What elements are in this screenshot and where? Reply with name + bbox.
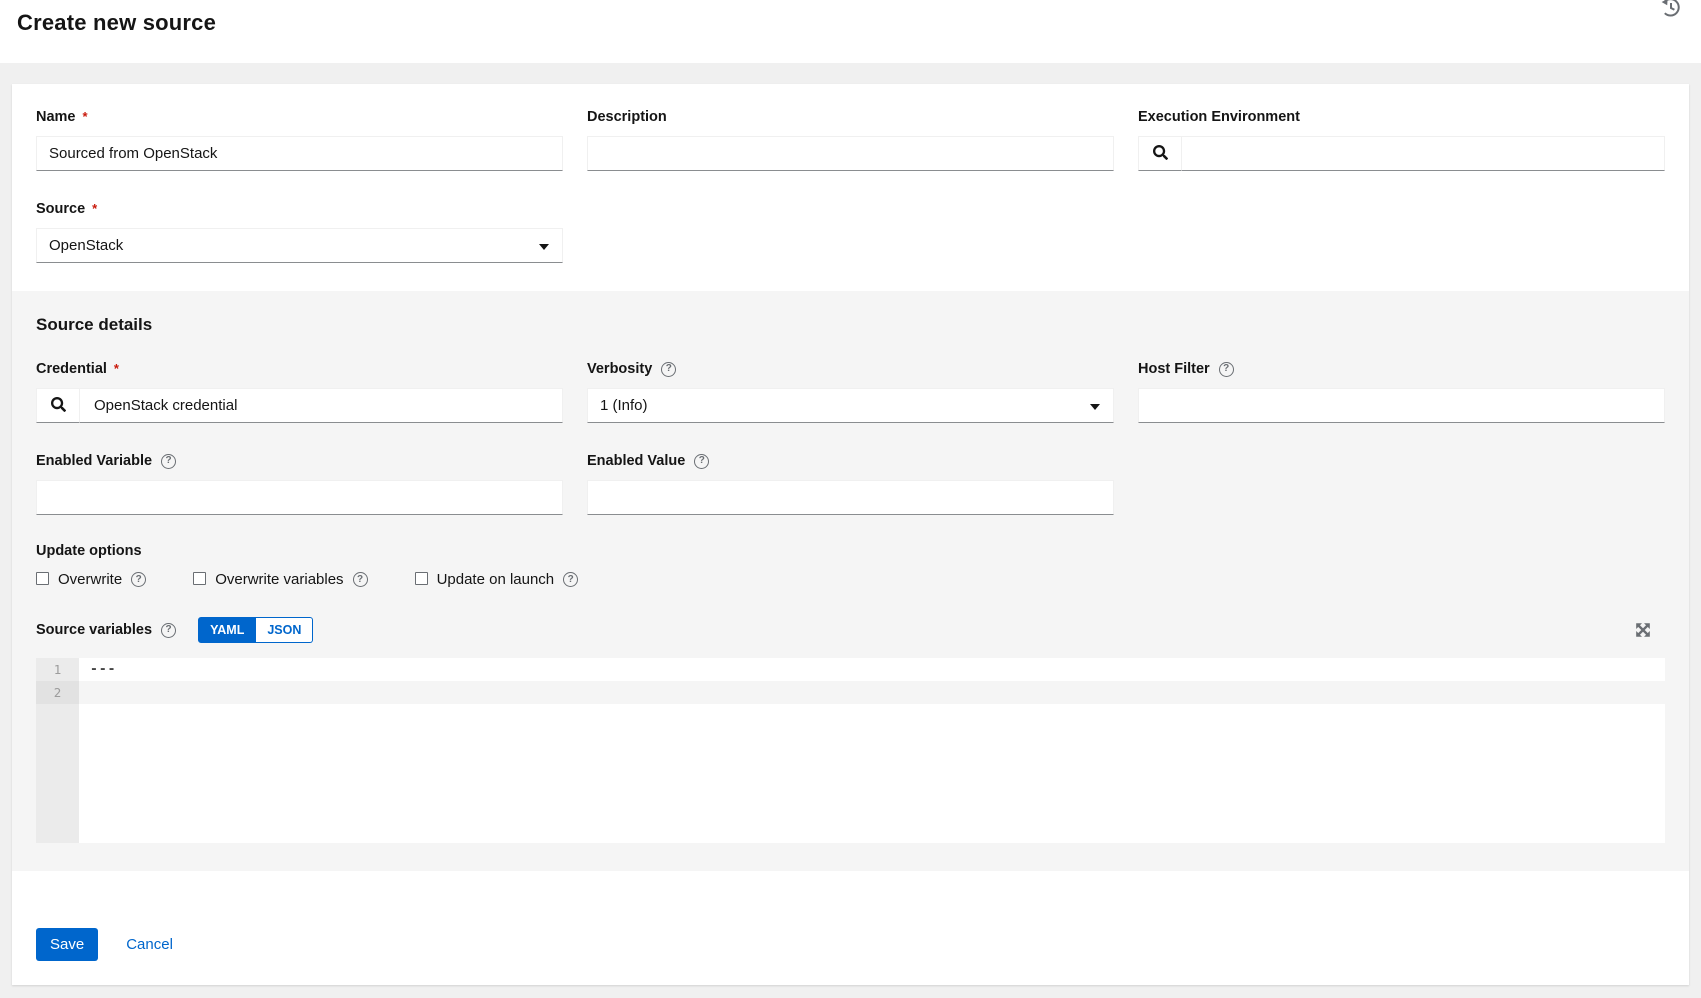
overwrite-variables-option: Overwrite variables ?: [193, 571, 367, 588]
host-filter-field-group: Host Filter ?: [1138, 360, 1665, 423]
enabled-variable-label: Enabled Variable ?: [36, 452, 563, 470]
source-variables-label: Source variables ?: [36, 621, 176, 639]
enabled-value-input[interactable]: [587, 480, 1114, 515]
update-on-launch-checkbox[interactable]: [415, 572, 428, 585]
line-number: 2: [36, 681, 79, 704]
help-icon[interactable]: ?: [131, 572, 146, 587]
help-icon[interactable]: ?: [1219, 362, 1234, 377]
expand-editor-button[interactable]: [1635, 622, 1651, 638]
variables-mode-toggle: YAML JSON: [198, 617, 313, 643]
overwrite-checkbox[interactable]: [36, 572, 49, 585]
enabled-value-field-group: Enabled Value ?: [587, 452, 1114, 515]
history-icon: [1660, 6, 1682, 21]
overwrite-option: Overwrite ?: [36, 571, 146, 588]
update-on-launch-option: Update on launch ?: [415, 571, 579, 588]
execution-environment-input[interactable]: [1182, 136, 1665, 171]
execution-environment-label: Execution Environment: [1138, 108, 1665, 126]
source-label: Source *: [36, 200, 563, 218]
chevron-down-icon: [539, 244, 549, 250]
line-number: 1: [36, 658, 79, 681]
verbosity-select-value: 1 (Info): [600, 397, 648, 414]
search-icon: [1153, 145, 1168, 163]
verbosity-select[interactable]: 1 (Info): [587, 388, 1114, 423]
source-select[interactable]: OpenStack: [36, 228, 563, 263]
create-source-form-card: Name * Description Execution Environment: [12, 84, 1689, 985]
credential-input[interactable]: [80, 388, 563, 423]
description-field-group: Description: [587, 108, 1114, 171]
page-title: Create new source: [17, 10, 1701, 36]
source-variables-editor[interactable]: 1 --- 2: [36, 658, 1665, 843]
source-select-value: OpenStack: [49, 237, 123, 254]
required-asterisk: *: [92, 202, 97, 216]
editor-line: 2: [36, 681, 1665, 704]
credential-label: Credential *: [36, 360, 563, 378]
overwrite-variables-checkbox-label: Overwrite variables: [215, 571, 343, 588]
help-icon[interactable]: ?: [661, 362, 676, 377]
history-button[interactable]: [1660, 0, 1682, 18]
expand-arrows-icon: [1635, 626, 1651, 641]
overwrite-checkbox-label: Overwrite: [58, 571, 122, 588]
enabled-variable-field-group: Enabled Variable ?: [36, 452, 563, 515]
enabled-value-label: Enabled Value ?: [587, 452, 1114, 470]
update-options-label: Update options: [36, 542, 1665, 560]
chevron-down-icon: [1090, 404, 1100, 410]
verbosity-field-group: Verbosity ? 1 (Info): [587, 360, 1114, 423]
execution-environment-field-group: Execution Environment: [1138, 108, 1665, 171]
overwrite-variables-checkbox[interactable]: [193, 572, 206, 585]
required-asterisk: *: [114, 362, 119, 376]
yaml-toggle-button[interactable]: YAML: [198, 617, 256, 643]
cancel-button[interactable]: Cancel: [126, 928, 173, 961]
help-icon[interactable]: ?: [563, 572, 578, 587]
search-icon: [51, 397, 66, 415]
host-filter-label: Host Filter ?: [1138, 360, 1665, 378]
save-button[interactable]: Save: [36, 928, 98, 961]
form-actions: Save Cancel: [12, 871, 1689, 985]
form-top-section: Name * Description Execution Environment: [12, 84, 1689, 291]
name-input[interactable]: [36, 136, 563, 171]
editor-empty-area: [36, 704, 1665, 843]
page-header: Create new source: [0, 0, 1701, 63]
execution-environment-lookup-button[interactable]: [1138, 136, 1182, 171]
credential-field-group: Credential *: [36, 360, 563, 423]
help-icon[interactable]: ?: [161, 623, 176, 638]
name-label: Name *: [36, 108, 563, 126]
editor-line: 1 ---: [36, 658, 1665, 681]
description-input[interactable]: [587, 136, 1114, 171]
verbosity-label: Verbosity ?: [587, 360, 1114, 378]
update-on-launch-checkbox-label: Update on launch: [437, 571, 555, 588]
host-filter-input[interactable]: [1138, 388, 1665, 423]
required-asterisk: *: [83, 110, 88, 124]
help-icon[interactable]: ?: [353, 572, 368, 587]
name-field-group: Name *: [36, 108, 563, 171]
editor-code-line: [79, 681, 1665, 704]
source-details-section: Source details Credential *: [12, 291, 1689, 871]
source-variables-toolbar: Source variables ? YAML JSON: [36, 617, 1665, 643]
update-options-group: Update options Overwrite ? Overwrite var…: [36, 542, 1665, 588]
description-label: Description: [587, 108, 1114, 126]
help-icon[interactable]: ?: [694, 454, 709, 469]
enabled-variable-input[interactable]: [36, 480, 563, 515]
help-icon[interactable]: ?: [161, 454, 176, 469]
editor-code-line: ---: [79, 658, 1665, 681]
source-field-group: Source * OpenStack: [36, 200, 563, 263]
json-toggle-button[interactable]: JSON: [256, 617, 313, 643]
source-details-heading: Source details: [36, 315, 1665, 335]
credential-lookup-button[interactable]: [36, 388, 80, 423]
